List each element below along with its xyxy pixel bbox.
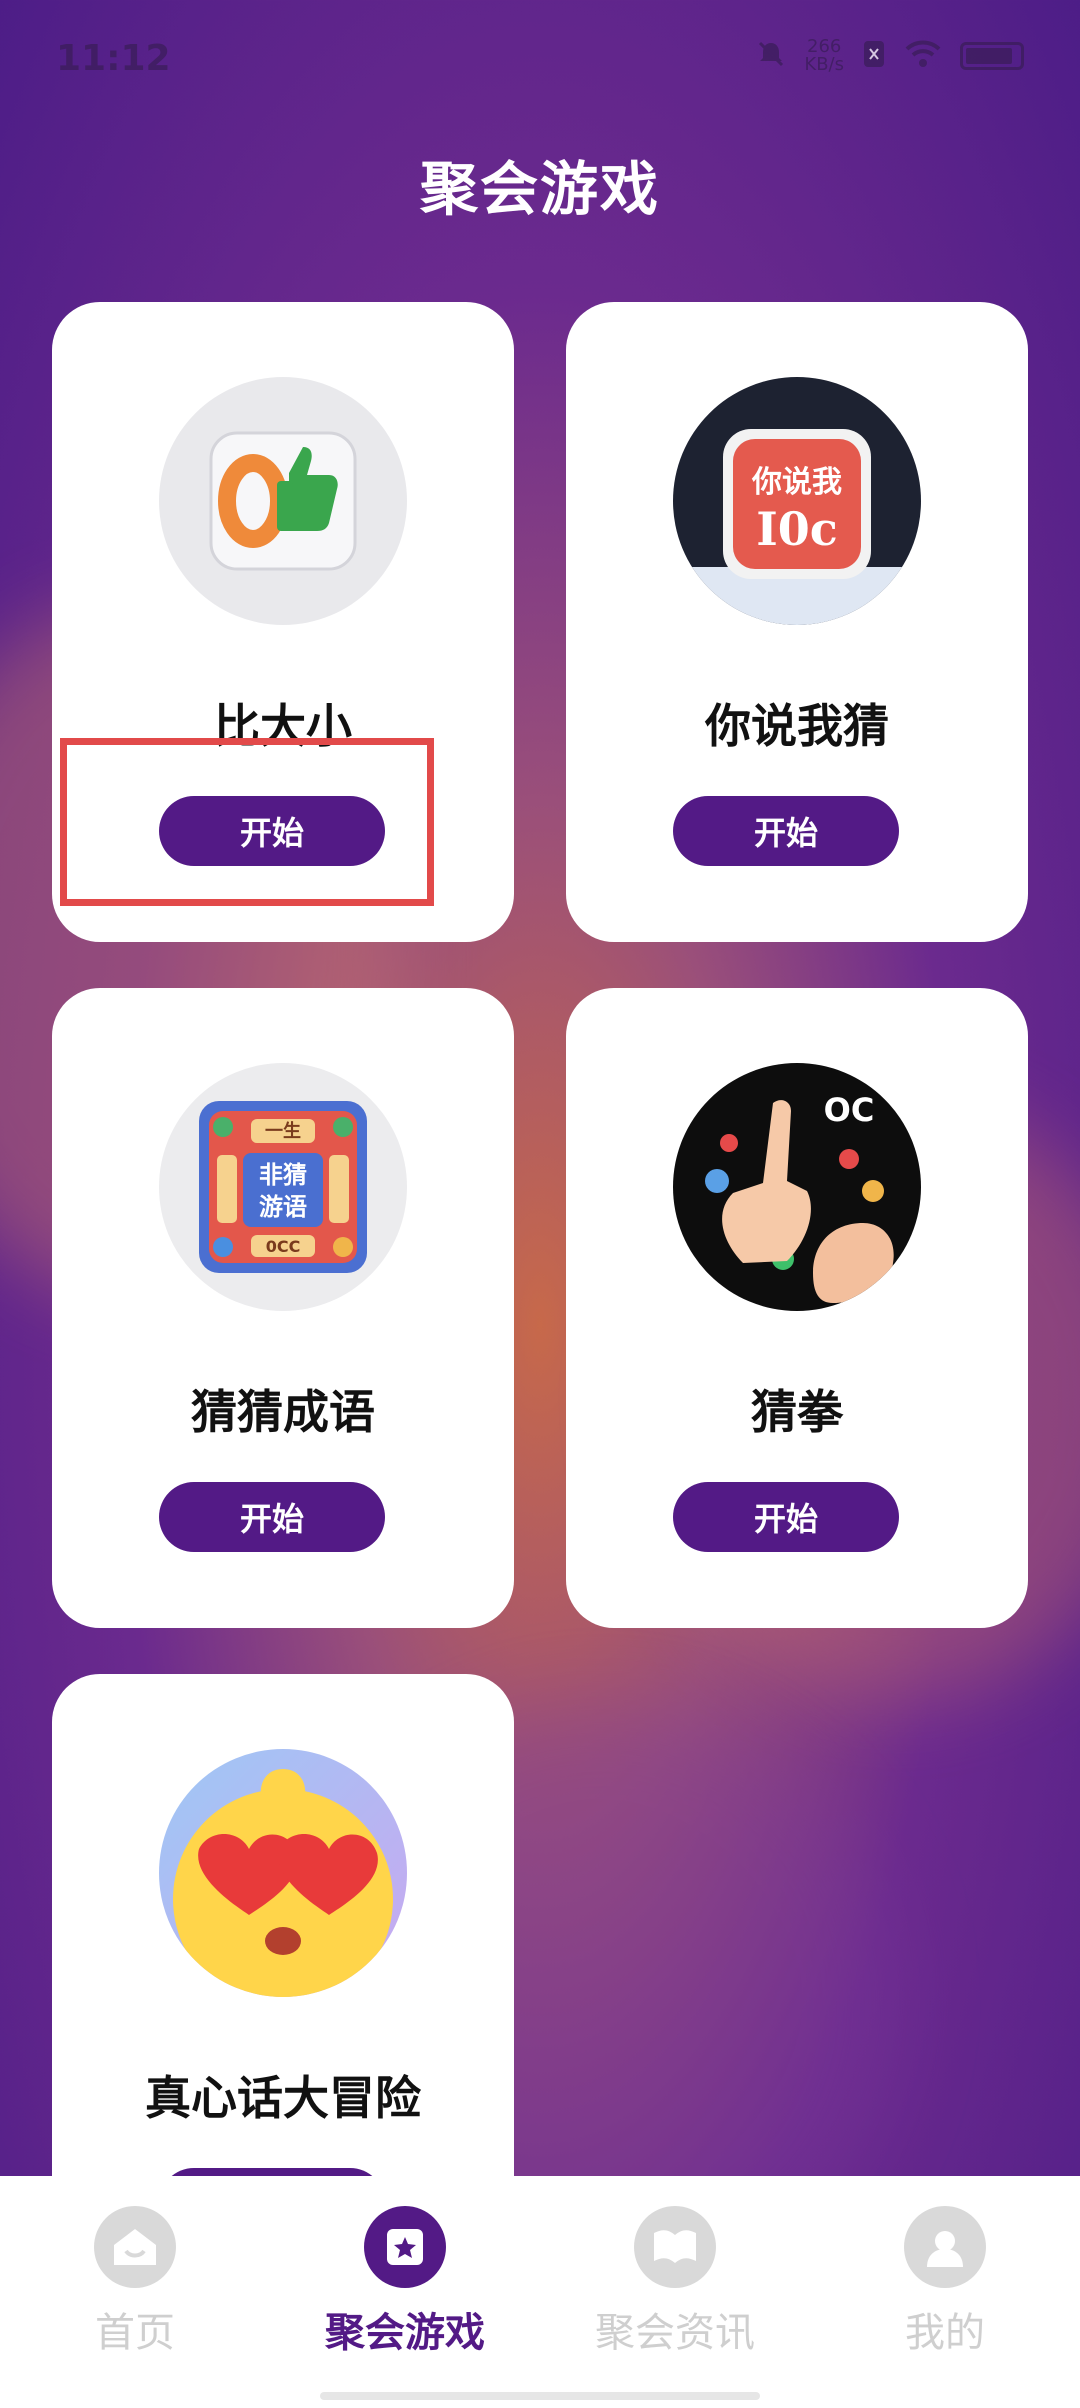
- home-icon: [94, 2206, 176, 2288]
- tab-label: 我的: [905, 2310, 985, 2356]
- game-icon: [364, 2206, 446, 2288]
- network-speed: 266 KB/s: [804, 38, 844, 74]
- status-time: 11:12: [56, 38, 171, 79]
- game-thumbnail: 一生 非猜 游语 0CC: [159, 1063, 407, 1311]
- start-button[interactable]: 开始: [159, 1482, 385, 1552]
- user-icon: [904, 2206, 986, 2288]
- game-thumbnail: OC: [673, 1063, 921, 1311]
- game-name: 真心话大冒险: [145, 2071, 421, 2125]
- tab-mine[interactable]: 我的: [810, 2206, 1080, 2358]
- bottom-tab-bar: 首页 聚会游戏 聚会资讯 我的: [0, 2176, 1080, 2408]
- thumb-text: 一生: [265, 1120, 301, 1142]
- tab-label: 聚会资讯: [595, 2310, 755, 2356]
- page-title: 聚会游戏: [419, 155, 660, 223]
- game-thumbnail: 你说我 I0c: [673, 377, 921, 625]
- tab-label: 首页: [95, 2310, 175, 2356]
- battery-icon: [960, 42, 1024, 70]
- tab-party-games[interactable]: 聚会游戏: [270, 2206, 540, 2358]
- game-card-nishuowocai[interactable]: 你说我 I0c 你说我猜 开始: [566, 302, 1028, 942]
- mute-icon: [756, 39, 786, 73]
- wifi-icon: [904, 39, 942, 73]
- thumb-text: 游语: [259, 1193, 307, 1221]
- game-thumbnail: [159, 377, 407, 625]
- thumb-text: 非猜: [259, 1161, 307, 1189]
- highlight-box: [60, 738, 434, 906]
- home-indicator: [320, 2392, 760, 2400]
- game-name: 猜猜成语: [191, 1385, 375, 1439]
- sim-icon: [862, 39, 886, 73]
- start-button[interactable]: 开始: [673, 796, 899, 866]
- thumb-text: 0CC: [266, 1237, 301, 1256]
- status-icons: 266 KB/s: [756, 38, 1024, 74]
- game-thumbnail: [159, 1749, 407, 1997]
- book-icon: [634, 2206, 716, 2288]
- game-name: 你说我猜: [705, 699, 889, 753]
- start-button[interactable]: 开始: [673, 1482, 899, 1552]
- game-card-caicaichengyu[interactable]: 一生 非猜 游语 0CC 猜猜成语 开始: [52, 988, 514, 1628]
- game-name: 猜拳: [751, 1385, 843, 1439]
- thumb-text: 你说我: [751, 465, 842, 500]
- game-card-caiquan[interactable]: OC 猜拳 开始: [566, 988, 1028, 1628]
- tab-home[interactable]: 首页: [0, 2206, 270, 2358]
- thumb-text: I0c: [756, 502, 838, 556]
- tab-party-news[interactable]: 聚会资讯: [540, 2206, 810, 2358]
- thumb-text: OC: [824, 1091, 875, 1129]
- status-bar: 11:12 266 KB/s: [0, 0, 1080, 126]
- network-speed-unit: KB/s: [804, 54, 844, 75]
- tab-label: 聚会游戏: [325, 2310, 485, 2356]
